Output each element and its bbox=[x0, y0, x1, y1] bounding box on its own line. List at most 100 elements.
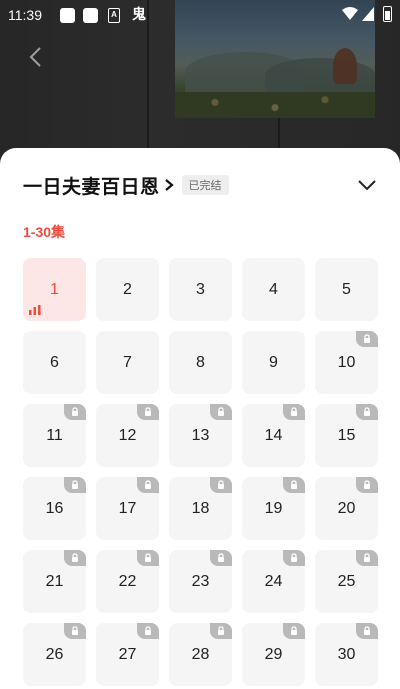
episode-tile[interactable]: 12 bbox=[96, 404, 159, 467]
episode-tile[interactable]: 27 bbox=[96, 623, 159, 686]
episode-number: 9 bbox=[269, 353, 278, 371]
lock-icon bbox=[64, 404, 86, 420]
lock-icon bbox=[64, 477, 86, 493]
lock-icon bbox=[210, 477, 232, 493]
episode-tile[interactable]: 16 bbox=[23, 477, 86, 540]
episode-number: 29 bbox=[264, 645, 283, 663]
drama-title: 一日夫妻百日恩 bbox=[23, 176, 160, 198]
lock-icon bbox=[210, 623, 232, 639]
episode-tile[interactable]: 10 bbox=[315, 331, 378, 394]
episode-number: 28 bbox=[191, 645, 210, 663]
episode-tile[interactable]: 4 bbox=[242, 258, 305, 321]
episode-number: 25 bbox=[337, 572, 356, 590]
episode-tile[interactable]: 28 bbox=[169, 623, 232, 686]
episode-grid: 1 2 3 4 5 6 7 8 9 10 11 12 13 14 15 16 17 18 19 20 21 22 23 24 2… bbox=[23, 258, 378, 686]
episode-number: 12 bbox=[118, 426, 137, 444]
episode-number: 7 bbox=[123, 353, 132, 371]
episode-number: 2 bbox=[123, 280, 132, 298]
status-bar: 11:39 A 鬼 bbox=[0, 0, 400, 30]
episode-number: 1 bbox=[50, 280, 59, 298]
episode-number: 10 bbox=[337, 353, 356, 371]
episode-number: 8 bbox=[196, 353, 205, 371]
episode-tile[interactable]: 15 bbox=[315, 404, 378, 467]
episode-tile[interactable]: 22 bbox=[96, 550, 159, 613]
lock-icon bbox=[356, 550, 378, 566]
lock-icon bbox=[210, 550, 232, 566]
lock-icon bbox=[356, 623, 378, 639]
episode-tile[interactable]: 5 bbox=[315, 258, 378, 321]
lock-icon bbox=[64, 550, 86, 566]
episode-tile[interactable]: 23 bbox=[169, 550, 232, 613]
episode-number: 14 bbox=[264, 426, 283, 444]
episode-tile[interactable]: 8 bbox=[169, 331, 232, 394]
lock-icon bbox=[137, 550, 159, 566]
lock-icon bbox=[283, 404, 305, 420]
episode-tile[interactable]: 29 bbox=[242, 623, 305, 686]
episode-tile[interactable]: 6 bbox=[23, 331, 86, 394]
lock-icon bbox=[356, 331, 378, 347]
lock-icon bbox=[210, 404, 232, 420]
episode-number: 6 bbox=[50, 353, 59, 371]
back-chevron-icon[interactable] bbox=[26, 46, 46, 68]
episode-tile[interactable]: 13 bbox=[169, 404, 232, 467]
episode-tile[interactable]: 26 bbox=[23, 623, 86, 686]
app-a-icon: A bbox=[108, 8, 120, 23]
episode-number: 11 bbox=[46, 426, 63, 444]
episode-tile[interactable]: 7 bbox=[96, 331, 159, 394]
episode-number: 22 bbox=[118, 572, 137, 590]
episode-tile[interactable]: 19 bbox=[242, 477, 305, 540]
episode-tile[interactable]: 9 bbox=[242, 331, 305, 394]
notification-icon bbox=[60, 8, 75, 23]
episode-number: 13 bbox=[191, 426, 210, 444]
episode-number: 21 bbox=[45, 572, 64, 590]
notification-icon bbox=[83, 8, 98, 23]
episode-number: 24 bbox=[264, 572, 283, 590]
cell-signal-icon bbox=[362, 7, 374, 21]
episode-picker-sheet: 一日夫妻百日恩 已完结 1-30集 1 2 3 4 5 6 7 8 9 10 11 12 13 14 15 1… bbox=[0, 148, 400, 689]
episode-number: 26 bbox=[45, 645, 64, 663]
episode-tile[interactable]: 24 bbox=[242, 550, 305, 613]
lock-icon bbox=[283, 550, 305, 566]
lock-icon bbox=[64, 623, 86, 639]
episode-number: 20 bbox=[337, 499, 356, 517]
episode-tile[interactable]: 20 bbox=[315, 477, 378, 540]
episode-number: 30 bbox=[337, 645, 356, 663]
lock-icon bbox=[137, 404, 159, 420]
episode-number: 4 bbox=[269, 280, 278, 298]
chevron-down-icon[interactable] bbox=[357, 178, 377, 192]
playing-bars-icon bbox=[29, 305, 41, 315]
episode-number: 19 bbox=[264, 499, 283, 517]
episode-tile[interactable]: 3 bbox=[169, 258, 232, 321]
lock-icon bbox=[137, 623, 159, 639]
drama-title-row[interactable]: 一日夫妻百日恩 已完结 bbox=[23, 173, 229, 198]
episode-tile[interactable]: 14 bbox=[242, 404, 305, 467]
episode-number: 3 bbox=[196, 280, 205, 298]
episode-number: 16 bbox=[45, 499, 64, 517]
status-time: 11:39 bbox=[8, 7, 42, 23]
lock-icon bbox=[137, 477, 159, 493]
app-glyph-icon: 鬼 bbox=[132, 6, 146, 22]
episode-tile[interactable]: 25 bbox=[315, 550, 378, 613]
episode-tile[interactable]: 2 bbox=[96, 258, 159, 321]
battery-icon bbox=[383, 6, 392, 22]
status-badge: 已完结 bbox=[181, 175, 229, 195]
episode-tile[interactable]: 18 bbox=[169, 477, 232, 540]
episode-tile[interactable]: 11 bbox=[23, 404, 86, 467]
episode-number: 23 bbox=[191, 572, 210, 590]
episode-number: 18 bbox=[191, 499, 210, 517]
episode-number: 17 bbox=[118, 499, 137, 517]
wifi-icon bbox=[342, 7, 358, 20]
episode-tile[interactable]: 21 bbox=[23, 550, 86, 613]
chevron-right-icon bbox=[164, 179, 174, 191]
episode-tile[interactable]: 1 bbox=[23, 258, 86, 321]
lock-icon bbox=[283, 623, 305, 639]
lock-icon bbox=[356, 404, 378, 420]
episode-number: 15 bbox=[337, 426, 356, 444]
lock-icon bbox=[356, 477, 378, 493]
episode-tile[interactable]: 17 bbox=[96, 477, 159, 540]
lock-icon bbox=[283, 477, 305, 493]
episode-number: 27 bbox=[118, 645, 137, 663]
episode-tile[interactable]: 30 bbox=[315, 623, 378, 686]
episode-range-tab[interactable]: 1-30集 bbox=[23, 222, 65, 242]
episode-number: 5 bbox=[342, 280, 351, 298]
